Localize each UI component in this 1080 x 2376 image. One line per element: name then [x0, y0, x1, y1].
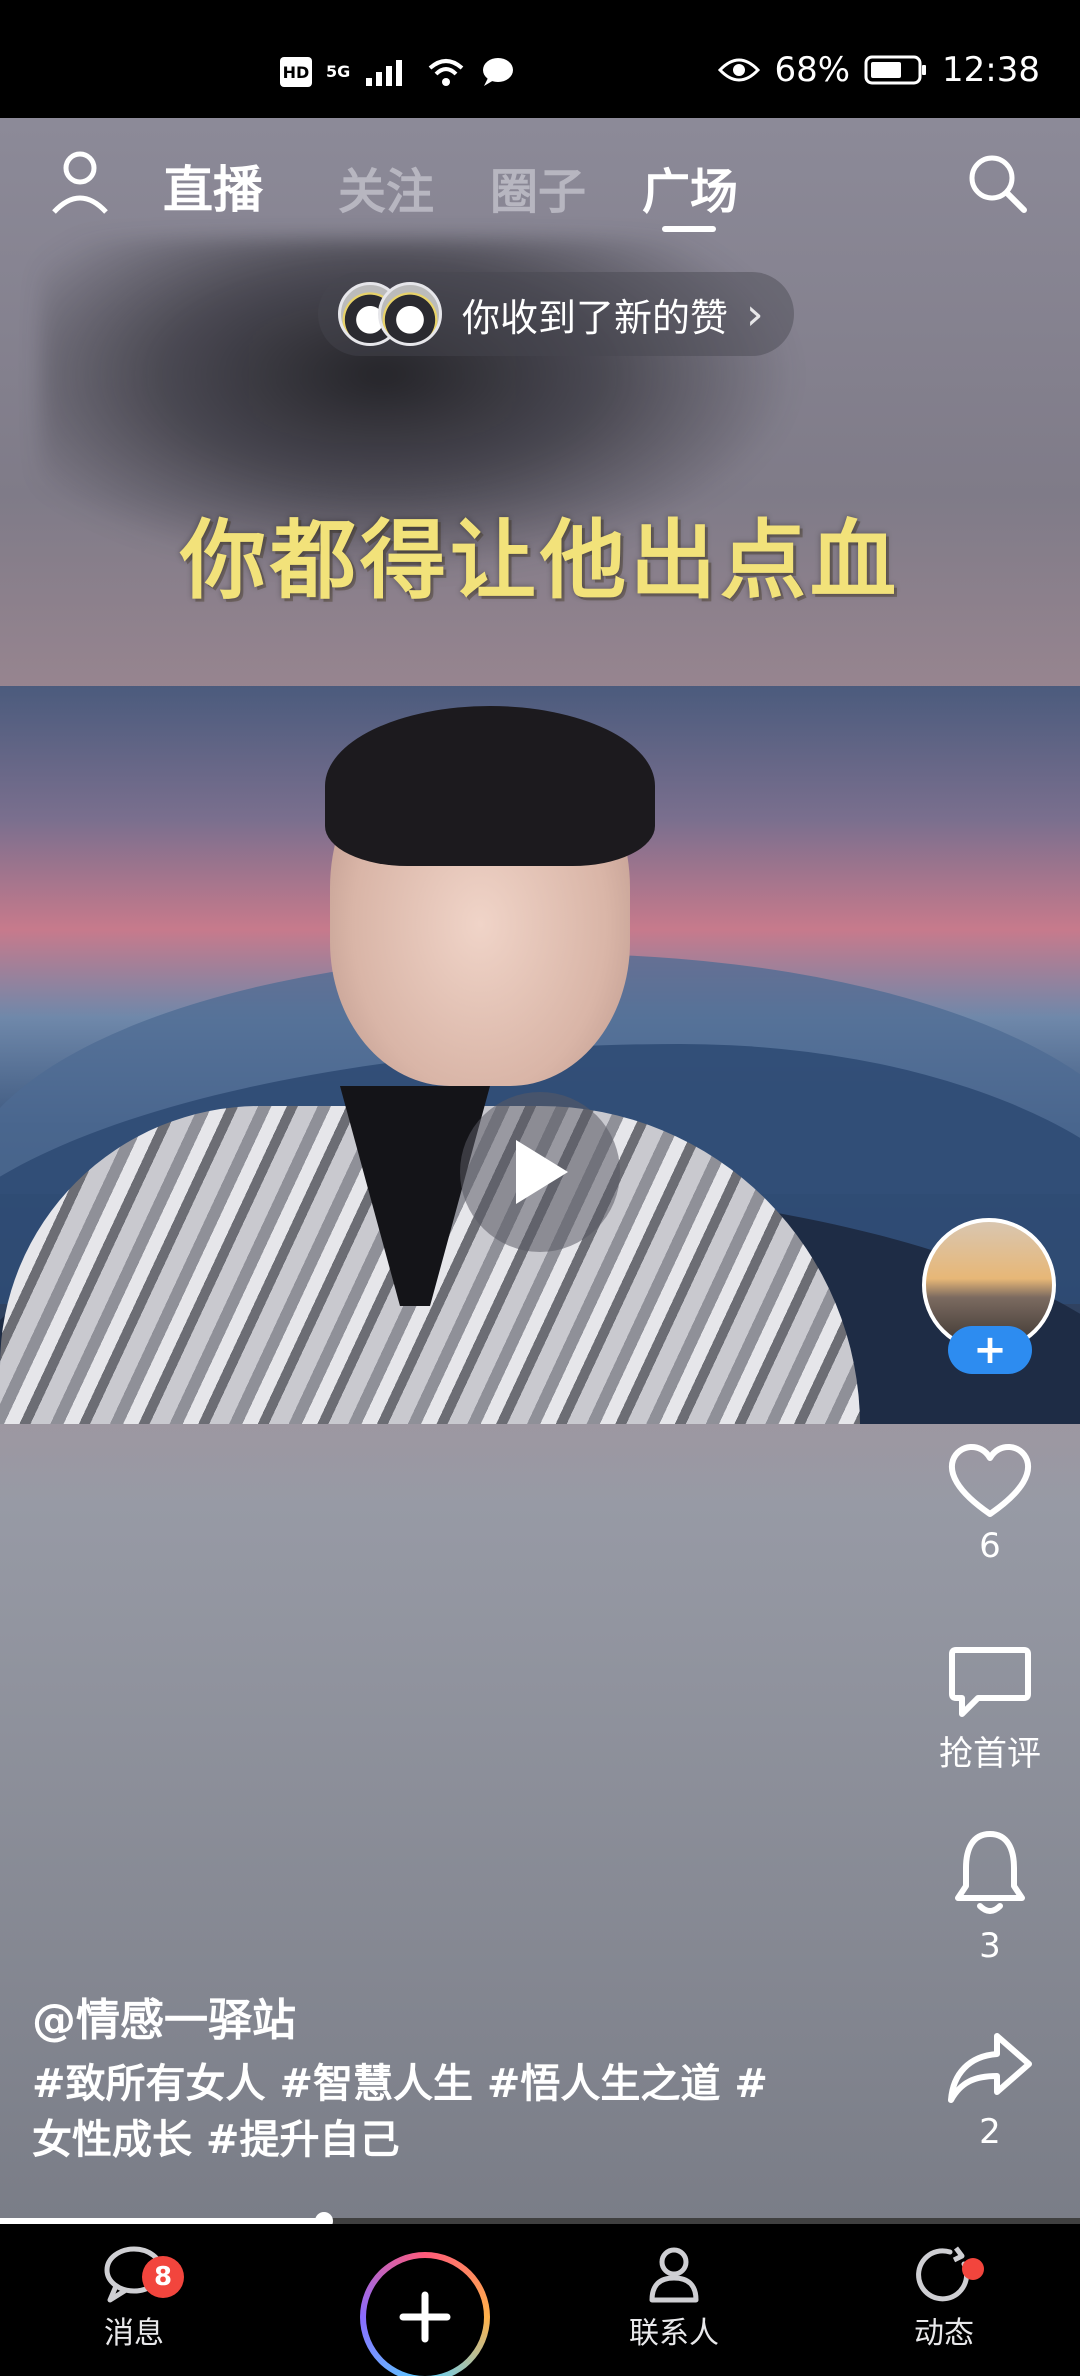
- person-hair: [325, 706, 655, 866]
- cell-signal-icon: [366, 60, 403, 86]
- hd-badge: HD: [280, 57, 312, 87]
- live-tab[interactable]: 直播: [163, 150, 263, 222]
- tab-circles[interactable]: 圈子: [490, 152, 586, 222]
- create-button[interactable]: [360, 2252, 490, 2376]
- top-nav: 直播 关注 圈子 广场: [0, 118, 1080, 248]
- remind-button[interactable]: 3: [920, 1828, 1060, 1966]
- create-button-inner: [366, 2258, 484, 2376]
- signal-5g-icon: 5G: [326, 62, 351, 81]
- new-likes-notice[interactable]: 你收到了新的赞 ›: [318, 272, 794, 356]
- heart-icon: [949, 1444, 1031, 1517]
- profile-icon[interactable]: [50, 148, 110, 218]
- liker-avatars: [338, 282, 444, 346]
- status-right: 68% 12:38: [718, 50, 1040, 90]
- status-bar: HD 5G 68% 12:38: [0, 0, 1080, 118]
- share-button[interactable]: 2: [920, 2030, 1060, 2152]
- unread-badge: 8: [142, 2256, 184, 2298]
- notice-text: 你收到了新的赞: [462, 295, 729, 340]
- clock: 12:38: [942, 50, 1040, 90]
- comment-icon: [949, 1647, 1031, 1717]
- video-subtitle: 你都得让他出点血: [180, 511, 900, 611]
- status-left: HD 5G: [280, 56, 516, 88]
- tab-following[interactable]: 关注: [338, 152, 434, 222]
- comment-button[interactable]: 抢首评: [920, 1644, 1060, 1775]
- tab-square[interactable]: 广场: [642, 152, 738, 222]
- tab-messages[interactable]: 消息 8: [54, 2244, 214, 2352]
- active-tab-indicator: [662, 226, 716, 232]
- tab-messages-label: 消息: [104, 2316, 164, 2351]
- chevron-right-icon: ›: [746, 288, 764, 340]
- hashtags[interactable]: #致所有女人 #智慧人生 #悟人生之道 #女性成长 #提升自己: [32, 2056, 772, 2168]
- battery-percent: 68%: [774, 50, 851, 90]
- bell-icon: [955, 1831, 1025, 1914]
- tab-contacts[interactable]: 联系人: [594, 2244, 754, 2352]
- tab-moments[interactable]: 动态: [864, 2244, 1024, 2352]
- follow-button[interactable]: +: [948, 1326, 1032, 1374]
- eye-icon: [718, 58, 761, 82]
- author-handle[interactable]: @情感一驿站: [32, 1984, 296, 2048]
- remind-count: 3: [979, 1926, 1001, 1966]
- share-count: 2: [979, 2112, 1001, 2152]
- battery-icon: [864, 55, 927, 85]
- share-icon: [948, 2033, 1032, 2103]
- comment-label: 抢首评: [939, 1734, 1041, 1774]
- search-icon[interactable]: [964, 150, 1030, 216]
- play-icon: [516, 1140, 568, 1204]
- like-count: 6: [979, 1526, 1001, 1566]
- tab-contacts-label: 联系人: [629, 2316, 719, 2351]
- video-frame[interactable]: [0, 686, 1080, 1424]
- bottom-tab-bar: 消息 8 联系人 动态: [0, 2224, 1080, 2376]
- like-button[interactable]: 6: [920, 1440, 1060, 1566]
- liker-avatar: [378, 282, 442, 346]
- play-button[interactable]: [460, 1092, 620, 1252]
- plus-icon: [399, 2291, 451, 2343]
- wifi-icon: [428, 59, 464, 86]
- new-moments-dot: [962, 2258, 984, 2280]
- tab-moments-label: 动态: [914, 2316, 974, 2351]
- chat-bubble-icon: [483, 58, 514, 86]
- contacts-icon: [649, 2247, 699, 2303]
